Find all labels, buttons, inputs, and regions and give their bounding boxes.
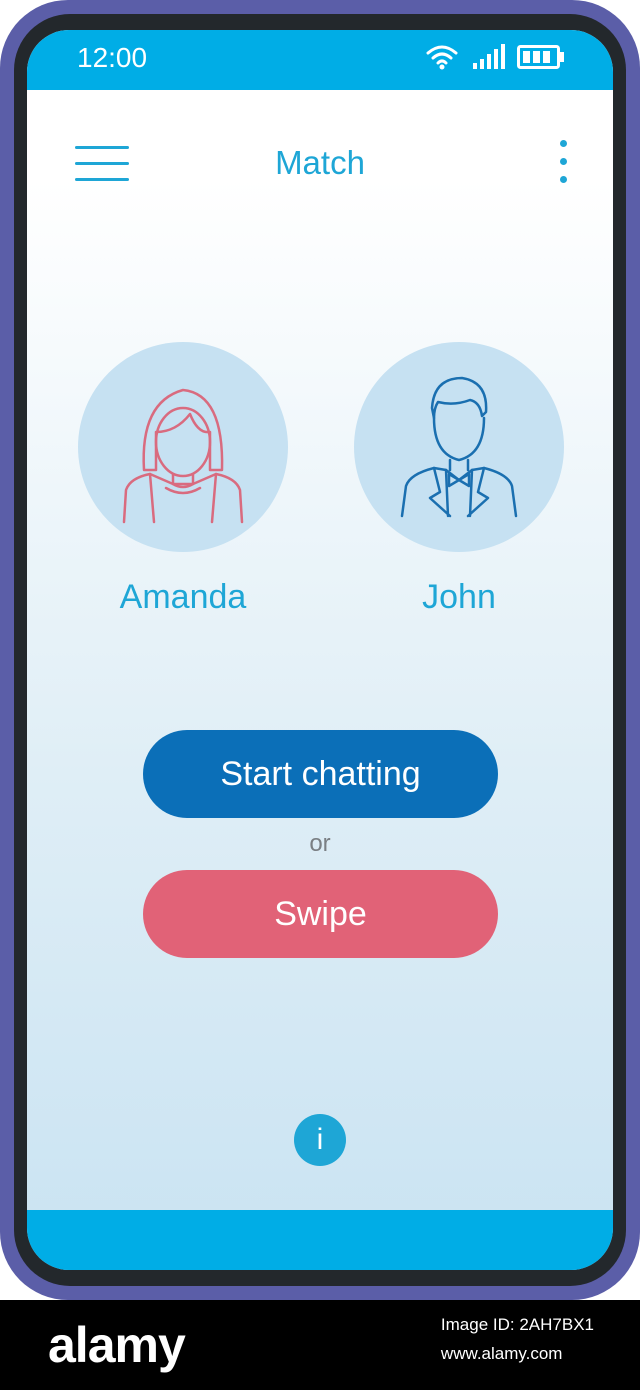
status-icons [425, 44, 565, 70]
swipe-button[interactable]: Swipe [143, 870, 498, 958]
profile-card-john[interactable]: John [354, 342, 564, 617]
profile-name: Amanda [119, 578, 247, 616]
bottom-bar [27, 1210, 613, 1270]
signal-icon [473, 44, 505, 69]
battery-icon [517, 45, 564, 69]
app-bar: Match [27, 90, 613, 240]
avatar [78, 342, 288, 552]
avatar [354, 342, 564, 552]
info-icon[interactable]: i [294, 1114, 346, 1166]
site-url-text: www.alamy.com [440, 1344, 563, 1363]
status-time: 12:00 [77, 42, 148, 73]
or-separator: or [309, 830, 331, 857]
status-bar: 12:00 [27, 30, 613, 90]
profile-name: John [422, 578, 496, 616]
wifi-icon [426, 45, 458, 70]
app-screen: 12:00 Match Amanda John Start chatting o… [27, 30, 613, 1270]
brand-logo: alamy [48, 1317, 186, 1373]
image-reference: Image ID: 2AH7BX1 www.alamy.com [441, 1310, 594, 1368]
profile-card-amanda[interactable]: Amanda [78, 342, 288, 617]
more-vertical-icon[interactable] [553, 140, 573, 194]
female-avatar-icon [122, 388, 244, 524]
start-chatting-button[interactable]: Start chatting [143, 730, 498, 818]
stock-footer: alamy Image ID: 2AH7BX1 www.alamy.com [0, 1300, 640, 1390]
male-avatar-icon [400, 376, 518, 518]
image-id-text: Image ID: 2AH7BX1 [440, 1315, 594, 1334]
page-title: Match [275, 144, 365, 181]
